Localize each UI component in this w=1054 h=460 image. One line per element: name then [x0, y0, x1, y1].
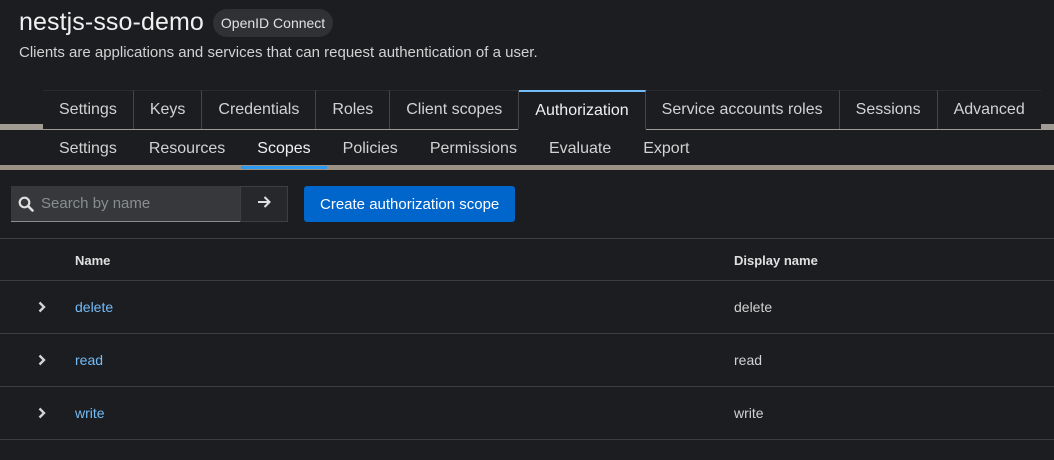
row-divider: [0, 439, 1054, 440]
tab-credentials[interactable]: Credentials: [202, 90, 317, 129]
secondary-tabs: Settings Resources Scopes Policies Permi…: [43, 131, 705, 169]
scope-name-link[interactable]: write: [75, 405, 105, 421]
table-row: delete delete: [0, 281, 1054, 334]
column-header-display-name[interactable]: Display name: [734, 253, 818, 268]
protocol-badge: OpenID Connect: [212, 8, 334, 37]
subtab-export[interactable]: Export: [627, 131, 705, 167]
chevron-right-icon[interactable]: [33, 404, 51, 422]
table-top-divider: [0, 238, 1054, 239]
tab-label: Service accounts roles: [661, 101, 823, 118]
title-row: nestjs-sso-demo OpenID Connect: [19, 8, 334, 37]
tab-service-accounts-roles[interactable]: Service accounts roles: [645, 90, 840, 129]
scope-display-name: write: [734, 405, 764, 421]
table-row: read read: [0, 334, 1054, 387]
page-title: nestjs-sso-demo: [19, 8, 204, 36]
tab-label: Client scopes: [406, 101, 503, 118]
scope-display-name: read: [734, 352, 763, 368]
tab-sessions[interactable]: Sessions: [839, 90, 938, 129]
subtab-label: Permissions: [429, 140, 517, 157]
subtab-scopes[interactable]: Scopes: [241, 131, 328, 169]
subtab-evaluate[interactable]: Evaluate: [533, 131, 627, 167]
page: nestjs-sso-demo OpenID Connect Clients a…: [0, 0, 1054, 460]
subtab-label: Export: [643, 140, 690, 157]
tab-label: Roles: [332, 101, 374, 118]
tab-keys[interactable]: Keys: [133, 90, 203, 129]
page-subtitle: Clients are applications and services th…: [19, 44, 538, 61]
tab-label: Authorization: [535, 101, 629, 119]
tab-roles[interactable]: Roles: [316, 90, 391, 129]
tab-client-scopes[interactable]: Client scopes: [390, 90, 520, 129]
subtab-settings[interactable]: Settings: [43, 131, 133, 167]
tab-label: Advanced: [953, 101, 1025, 118]
primary-tabs: Settings Keys Credentials Roles Client s…: [43, 90, 1041, 135]
search-icon: [11, 196, 41, 212]
scope-name-link[interactable]: read: [75, 352, 103, 368]
subtab-resources[interactable]: Resources: [133, 131, 241, 167]
subtab-label: Resources: [148, 140, 226, 157]
subtab-policies[interactable]: Policies: [327, 131, 414, 167]
table-row: write write: [0, 387, 1054, 440]
column-header-name[interactable]: Name: [75, 253, 110, 268]
tab-label: Keys: [149, 101, 186, 118]
search-submit-button[interactable]: [240, 186, 288, 222]
chevron-right-icon[interactable]: [33, 298, 51, 316]
tab-label: Credentials: [218, 101, 300, 118]
chevron-right-icon[interactable]: [33, 351, 51, 369]
tab-settings[interactable]: Settings: [43, 90, 134, 129]
subtab-label: Evaluate: [548, 140, 612, 157]
arrow-right-icon: [256, 194, 272, 215]
subtab-label: Policies: [342, 140, 398, 157]
tab-label: Settings: [59, 101, 117, 118]
search-box: [11, 186, 240, 222]
subtab-label: Scopes: [257, 140, 311, 157]
subtab-label: Settings: [59, 140, 117, 157]
tab-label: Sessions: [855, 101, 921, 118]
subtab-permissions[interactable]: Permissions: [414, 131, 533, 167]
create-authorization-scope-button[interactable]: Create authorization scope: [304, 186, 516, 222]
tab-advanced[interactable]: Advanced: [937, 90, 1041, 129]
tab-authorization[interactable]: Authorization: [518, 90, 647, 135]
scope-name-link[interactable]: delete: [75, 299, 113, 315]
scope-display-name: delete: [734, 299, 773, 315]
search-input[interactable]: [41, 186, 240, 221]
